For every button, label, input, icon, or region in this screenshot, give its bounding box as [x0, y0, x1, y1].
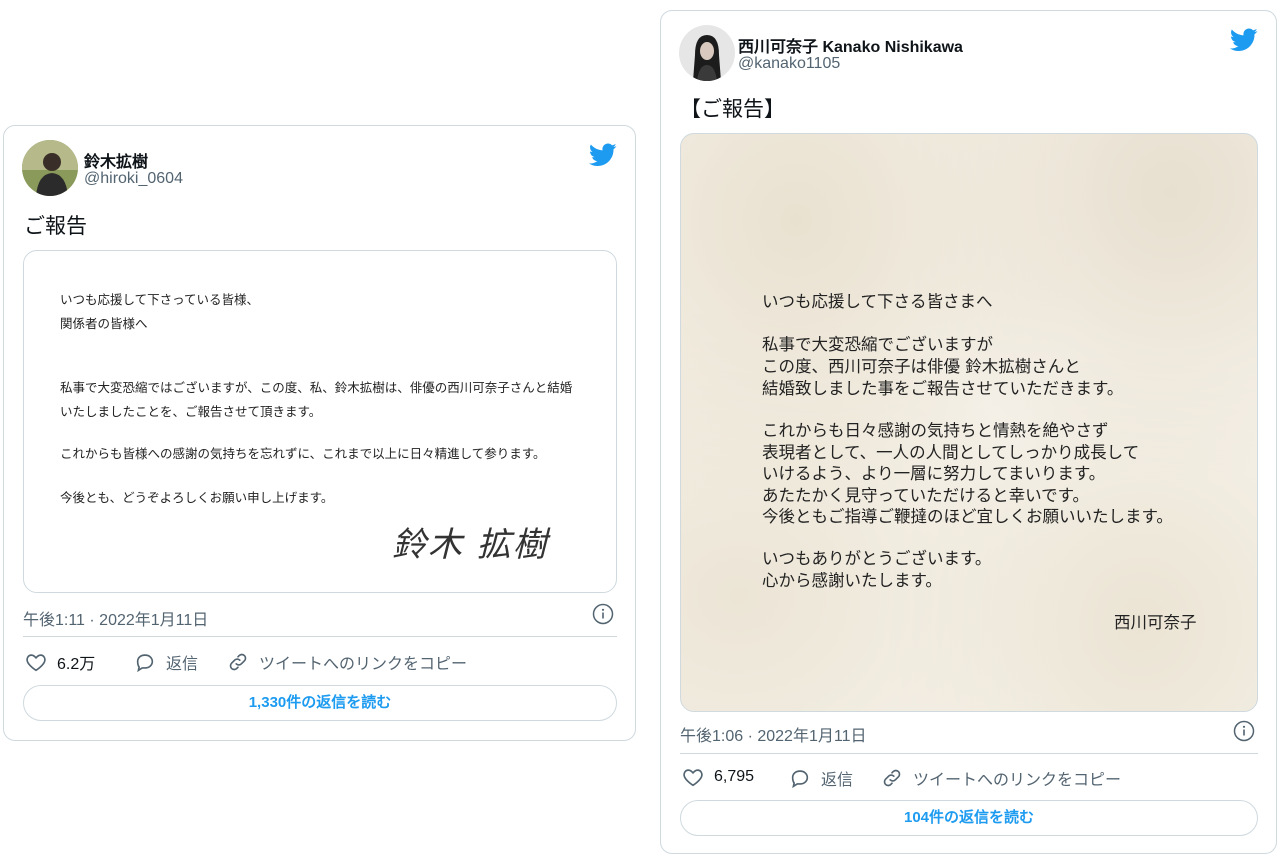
author-name[interactable]: 鈴木拡樹 — [84, 148, 148, 172]
like-count: 6.2万 — [57, 656, 96, 673]
letter-line: 私事で大変恐縮ではございますが、この度、私、鈴木拡樹は、俳優の西川可奈子さんと結… — [60, 380, 573, 395]
reply-bubble-icon — [136, 654, 154, 673]
author-handle[interactable]: @kanako1105 — [738, 55, 840, 73]
letter-line: これからも皆様への感謝の気持ちを忘れずに、これまで以上に日々精進して参ります。 — [60, 446, 546, 461]
heart-icon — [683, 769, 703, 787]
read-replies-button[interactable]: 1,330件の返信を読む — [23, 685, 617, 721]
read-replies-button[interactable]: 104件の返信を読む — [680, 800, 1258, 836]
letter-line: これからも日々感謝の気持ちと情熱を絶やさず — [762, 421, 1109, 440]
avatar[interactable] — [679, 25, 735, 81]
copy-link-button[interactable]: ツイートへのリンクをコピー — [881, 766, 1121, 790]
letter-line: いつも応援して下さる皆さまへ — [762, 292, 993, 311]
twitter-bird-icon[interactable] — [588, 143, 617, 167]
info-icon[interactable] — [1233, 720, 1255, 742]
info-icon[interactable] — [592, 603, 614, 625]
reply-label: 返信 — [166, 656, 199, 673]
letter-line: 関係者の皆様へ — [60, 316, 148, 331]
heart-icon — [26, 654, 46, 672]
avatar[interactable] — [22, 140, 78, 196]
letter-line: いけるよう、より一層に努力してまいります。 — [762, 464, 1106, 483]
tweet-timestamp[interactable]: 午後1:06 · 2022年1月11日 — [680, 722, 866, 746]
reply-button[interactable]: 返信 — [134, 650, 198, 674]
like-button[interactable]: 6.2万 — [25, 650, 95, 674]
tweet-text: 【ご報告】 — [680, 98, 785, 121]
like-count: 6,795 — [714, 768, 755, 785]
author-handle[interactable]: @hiroki_0604 — [84, 170, 183, 188]
letter-image[interactable]: いつも応援して下さっている皆様、 関係者の皆様へ 私事で大変恐縮ではございますが… — [23, 250, 617, 593]
tweet-timestamp[interactable]: 午後1:11 · 2022年1月11日 — [23, 606, 208, 630]
reply-label: 返信 — [821, 772, 854, 789]
like-button[interactable]: 6,795 — [682, 766, 754, 788]
letter-line: 結婚致しました事をご報告させていただきます。 — [762, 379, 1124, 398]
letter-line: いつもありがとうございます。 — [762, 549, 992, 568]
tweet-text: ご報告 — [24, 215, 87, 238]
twitter-bird-icon[interactable] — [1229, 28, 1258, 52]
divider — [23, 636, 617, 637]
letter-line: いたしましたことを、ご報告させて頂きます。 — [60, 404, 322, 419]
letter-line: 今後とも、どうぞよろしくお願い申し上げます。 — [60, 490, 334, 505]
link-icon — [883, 769, 901, 787]
letter-image[interactable]: いつも応援して下さる皆さまへ 私事で大変恐縮でございますが この度、西川可奈子は… — [680, 133, 1258, 712]
letter-line: 今後ともご指導ご鞭撻のほど宜しくお願いいたします。 — [762, 507, 1173, 526]
letter-line: この度、西川可奈子は俳優 鈴木拡樹さんと — [762, 357, 1081, 376]
reply-button[interactable]: 返信 — [789, 766, 853, 790]
author-name[interactable]: 西川可奈子 Kanako Nishikawa — [738, 33, 963, 57]
divider — [680, 753, 1258, 754]
tweet-card-suzuki: 鈴木拡樹 @hiroki_0604 ご報告 いつも応援して下さっている皆様、 関… — [3, 125, 636, 741]
letter-line: いつも応援して下さっている皆様、 — [60, 292, 260, 307]
letter-line: 私事で大変恐縮でございますが — [762, 335, 993, 354]
handwritten-signature: 鈴木 拡樹 — [392, 525, 549, 565]
letter-line: 心から感謝いたします。 — [762, 571, 942, 590]
link-icon — [229, 653, 247, 671]
copy-link-button[interactable]: ツイートへのリンクをコピー — [227, 650, 467, 674]
copy-link-label: ツイートへのリンクをコピー — [259, 656, 468, 673]
reply-bubble-icon — [791, 770, 809, 789]
tweet-card-nishikawa: 西川可奈子 Kanako Nishikawa @kanako1105 【ご報告】… — [660, 10, 1277, 854]
copy-link-label: ツイートへのリンクをコピー — [913, 772, 1122, 789]
letter-signature: 西川可奈子 — [1114, 613, 1197, 632]
